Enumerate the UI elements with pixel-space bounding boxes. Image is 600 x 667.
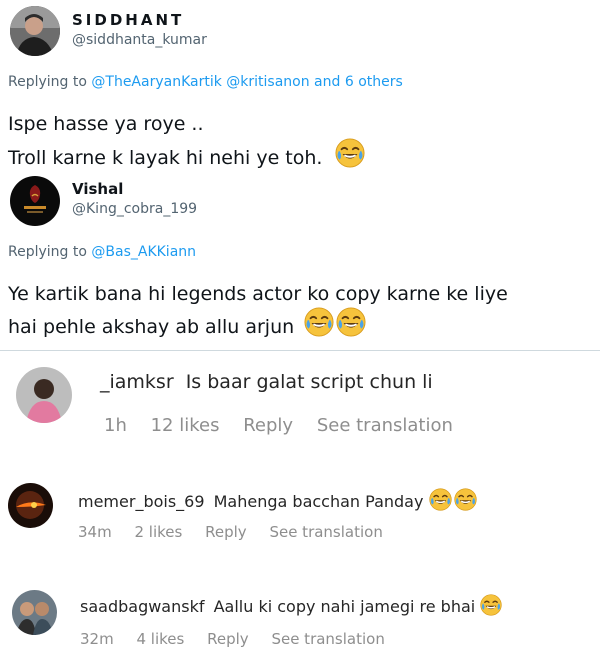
comment-likes[interactable]: 2 likes xyxy=(134,523,182,541)
comment-username[interactable]: _iamksr xyxy=(100,371,174,393)
comment-meta: 34m 2 likes Reply See translation xyxy=(78,523,401,541)
tweet-text-line-2-text: hai pehle akshay ab allu arjun xyxy=(8,316,295,338)
comment-body: Mahenga bacchan Panday xyxy=(213,492,424,511)
cobra-logo-icon xyxy=(10,176,60,226)
comment-likes[interactable]: 12 likes xyxy=(151,415,220,436)
tweet-text-line-2: Troll karne k layak hi nehi ye toh. xyxy=(8,138,365,173)
see-translation-link[interactable]: See translation xyxy=(271,630,384,648)
display-name[interactable]: Vishal xyxy=(72,180,123,198)
see-translation-link[interactable]: See translation xyxy=(269,523,382,541)
comment-username[interactable]: memer_bois_69 xyxy=(78,492,205,511)
comment-reply-button[interactable]: Reply xyxy=(243,415,293,436)
divider xyxy=(0,350,600,351)
comment-text: saadbagwanskf Aallu ki copy nahi jamegi … xyxy=(80,594,502,616)
face-with-tears-of-joy-icon xyxy=(429,488,452,511)
comment-body: Is baar galat script chun li xyxy=(185,371,433,393)
avatar[interactable] xyxy=(10,176,60,226)
comment-text: _iamksr Is baar galat script chun li xyxy=(100,371,433,393)
comment-username[interactable]: saadbagwanskf xyxy=(80,597,204,616)
comment-time: 34m xyxy=(78,523,112,541)
comment-text: memer_bois_69 Mahenga bacchan Panday xyxy=(78,488,477,511)
face-with-tears-of-joy-icon xyxy=(335,138,365,168)
replying-to: Replying to @Bas_AKKiann xyxy=(8,244,196,260)
comment-time: 32m xyxy=(80,630,114,648)
comment-body: Aallu ki copy nahi jamegi re bhai xyxy=(213,597,476,616)
person-photo-icon xyxy=(16,367,72,423)
comment-reply-button[interactable]: Reply xyxy=(205,523,247,541)
see-translation-link[interactable]: See translation xyxy=(317,415,453,436)
comment-reply-button[interactable]: Reply xyxy=(207,630,249,648)
couple-photo-icon xyxy=(12,590,57,635)
avatar[interactable] xyxy=(10,6,60,56)
face-with-tears-of-joy-icon xyxy=(336,307,366,337)
tweet-text-line-2: hai pehle akshay ab allu arjun xyxy=(8,307,366,342)
replying-to-link[interactable]: @TheAaryanKartik @kritisanon and 6 other… xyxy=(91,74,402,90)
replying-to-link[interactable]: @Bas_AKKiann xyxy=(91,244,196,260)
replying-prefix: Replying to xyxy=(8,74,87,90)
replying-prefix: Replying to xyxy=(8,244,87,260)
user-handle[interactable]: @siddhanta_kumar xyxy=(72,32,207,48)
tweet-text-line-2-text: Troll karne k layak hi nehi ye toh. xyxy=(8,147,323,169)
avatar[interactable] xyxy=(16,367,72,423)
comment-meta: 1h 12 likes Reply See translation xyxy=(104,415,471,436)
tweet-text-line-1: Ye kartik bana hi legends actor ko copy … xyxy=(8,283,508,305)
comment-likes[interactable]: 4 likes xyxy=(136,630,184,648)
user-handle[interactable]: @King_cobra_199 xyxy=(72,201,197,217)
fire-eyes-photo-icon xyxy=(8,483,53,528)
avatar[interactable] xyxy=(12,590,57,635)
person-photo-icon xyxy=(10,6,60,56)
comment-time: 1h xyxy=(104,415,127,436)
face-with-tears-of-joy-icon xyxy=(480,594,502,616)
face-with-tears-of-joy-icon xyxy=(304,307,334,337)
tweet-text-line-1: Ispe hasse ya roye .. xyxy=(8,113,204,135)
comment-meta: 32m 4 likes Reply See translation xyxy=(80,630,403,648)
display-name[interactable]: SIDDHANT xyxy=(72,11,184,29)
replying-to: Replying to @TheAaryanKartik @kritisanon… xyxy=(8,74,403,90)
face-with-tears-of-joy-icon xyxy=(454,488,477,511)
avatar[interactable] xyxy=(8,483,53,528)
